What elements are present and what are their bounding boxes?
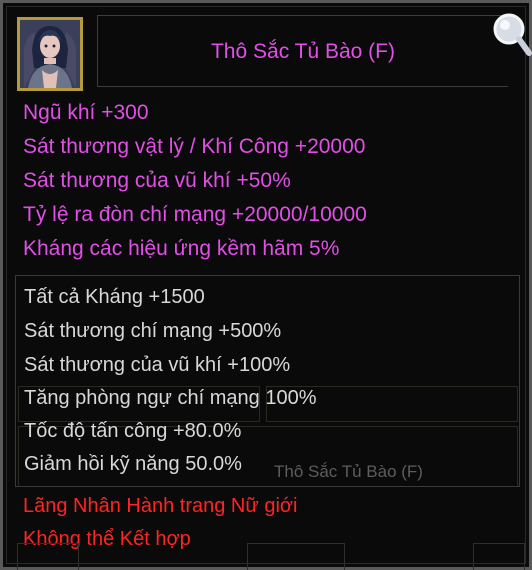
magic-attribute-line: Tỷ lệ ra đòn chí mạng +20000/10000 <box>23 203 367 226</box>
portrait-frame <box>17 17 83 91</box>
bottom-background-slot <box>473 543 525 570</box>
base-stats-box: Thô Sắc Tủ Bào (F) Tất cả Kháng +1500 Sá… <box>15 275 520 487</box>
background-item-name: Thô Sắc Tủ Bào (F) <box>274 462 423 481</box>
base-stat-line: Tất cả Kháng +1500 <box>24 286 205 308</box>
bottom-background-slot <box>17 543 79 570</box>
requirement-line: Lãng Nhân Hành trang Nữ giới <box>23 495 298 517</box>
base-stat-line: Sát thương chí mạng +500% <box>24 320 282 342</box>
title-panel: Thô Sắc Tủ Bào (F) <box>97 15 508 87</box>
tooltip-header: Thô Sắc Tủ Bào (F) <box>9 9 509 91</box>
base-stat-line: Sát thương của vũ khí +100% <box>24 354 291 376</box>
magic-attribute-line: Sát thương vật lý / Khí Công +20000 <box>23 135 366 158</box>
base-stat-line: Tăng phòng ngự chí mạng 100% <box>24 387 317 409</box>
female-character-portrait-icon <box>20 20 80 88</box>
base-stat-line: Giảm hồi kỹ năng 50.0% <box>24 453 242 475</box>
bottom-background-slot <box>247 543 345 570</box>
search-button[interactable] <box>487 7 532 63</box>
magic-attribute-line: Kháng các hiệu ứng kềm hãm 5% <box>23 237 340 260</box>
item-tooltip-frame: Thô Sắc Tủ Bào (F) Ngũ khí +300 Sát thươ… <box>0 0 532 570</box>
magic-attribute-line: Sát thương của vũ khí +50% <box>23 169 291 192</box>
item-name: Thô Sắc Tủ Bào (F) <box>210 40 396 63</box>
magnifying-glass-icon <box>493 13 532 56</box>
base-stat-line: Tốc độ tấn công +80.0% <box>24 420 242 442</box>
magic-attribute-line: Ngũ khí +300 <box>23 101 149 124</box>
